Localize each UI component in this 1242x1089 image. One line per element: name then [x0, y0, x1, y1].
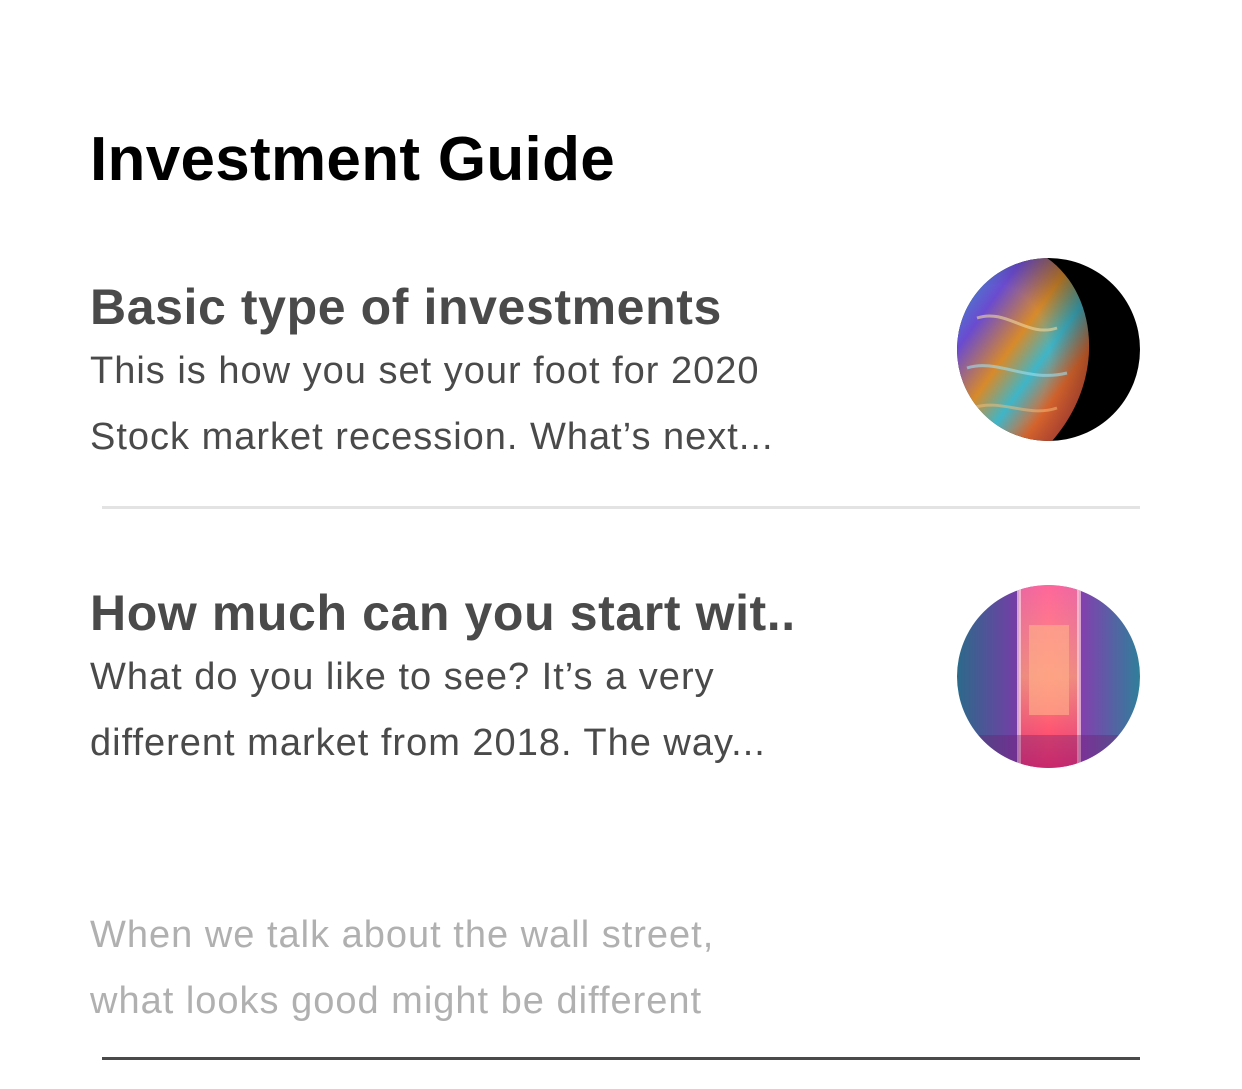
article-desc-line: What do you like to see? It’s a very [90, 656, 715, 698]
article-desc-line: This is how you set your foot for 2020 [90, 350, 760, 392]
article-text: Basic type of investments This is how yo… [90, 276, 910, 470]
article-thumbnail-neon[interactable] [957, 585, 1140, 768]
teaser-line: what looks good might be different [90, 980, 703, 1022]
teaser-line: When we talk about the wall street, [90, 914, 715, 956]
divider [102, 506, 1140, 509]
article-desc-line: Stock market recession. What’s next... [90, 416, 774, 458]
article-thumbnail-planet[interactable] [957, 258, 1140, 441]
planet-image [957, 258, 1140, 441]
page-title: Investment Guide [90, 125, 616, 194]
article-title[interactable]: How much can you start wit.. [90, 582, 910, 644]
neon-corridor-image [957, 585, 1140, 768]
article-desc-line: different market from 2018. The way... [90, 722, 766, 764]
divider [102, 1057, 1140, 1060]
article-card[interactable]: How much can you start wit.. What do you… [90, 582, 1140, 772]
article-teaser: When we talk about the wall street, what… [90, 902, 714, 1034]
article-card[interactable]: Basic type of investments This is how yo… [90, 258, 1140, 466]
article-title[interactable]: Basic type of investments [90, 276, 910, 338]
article-text: How much can you start wit.. What do you… [90, 582, 910, 776]
